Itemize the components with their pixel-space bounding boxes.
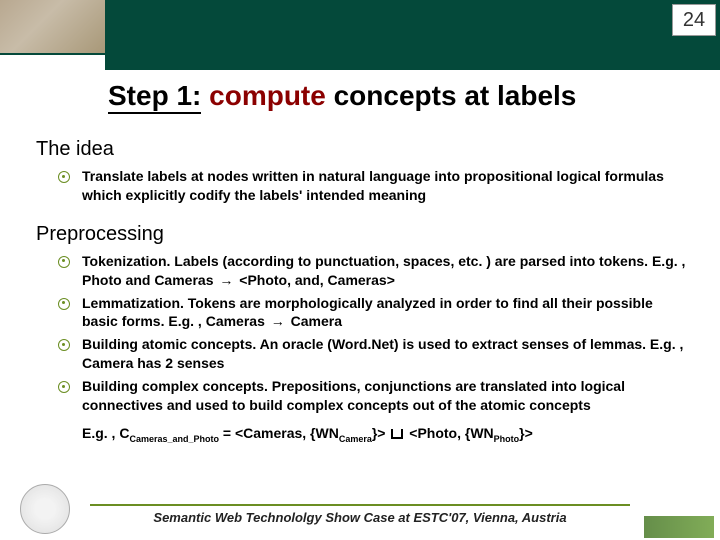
example-text: }> xyxy=(519,425,533,441)
subscript: Photo xyxy=(494,434,520,444)
slide-header: 24 xyxy=(0,0,720,80)
arrow-icon: → xyxy=(217,271,235,290)
list-item: Tokenization. Labels (according to punct… xyxy=(76,252,690,290)
title-step: Step 1: xyxy=(108,80,201,114)
list-item: Building atomic concepts. An oracle (Wor… xyxy=(76,335,690,373)
title-rest-text: concepts at labels xyxy=(334,80,577,111)
sqcap-icon xyxy=(391,429,403,439)
footer-logo-left xyxy=(20,484,70,534)
example-text: = <Cameras, {WN xyxy=(219,425,339,441)
arrow-icon: → xyxy=(269,312,287,331)
bullet-text: <Photo, and, Cameras> xyxy=(235,272,395,288)
list-item: Translate labels at nodes written in nat… xyxy=(76,167,690,205)
subscript: Camera xyxy=(339,434,372,444)
example-text: E.g. , C xyxy=(82,425,129,441)
slide-footer: Semantic Web Technololgy Show Case at ES… xyxy=(0,496,720,540)
footer-divider xyxy=(90,504,630,506)
slide-content: The idea Translate labels at nodes writt… xyxy=(36,128,690,446)
footer-logo-right xyxy=(644,516,714,538)
section-preprocessing-heading: Preprocessing xyxy=(36,223,690,246)
page-number: 24 xyxy=(672,4,716,36)
footer-text: Semantic Web Technololgy Show Case at ES… xyxy=(0,510,720,525)
bullet-text: Camera xyxy=(287,313,342,329)
slide-title: Step 1: compute concepts at labels xyxy=(108,80,576,112)
example-text: }> xyxy=(372,425,390,441)
list-item: Lemmatization. Tokens are morphologicall… xyxy=(76,294,690,332)
preprocessing-bullets: Tokenization. Labels (according to punct… xyxy=(36,252,690,415)
example-text: <Photo, {WN xyxy=(405,425,493,441)
section-idea-heading: The idea xyxy=(36,138,690,161)
header-banner: 24 xyxy=(105,0,720,70)
list-item: Building complex concepts. Prepositions,… xyxy=(76,377,690,415)
title-accent: compute xyxy=(209,80,326,111)
idea-bullets: Translate labels at nodes written in nat… xyxy=(36,167,690,205)
bullet-text: Lemmatization. Tokens are morphologicall… xyxy=(82,295,653,330)
header-thumbnail xyxy=(0,0,105,55)
example-formula: E.g. , CCameras_and_Photo = <Cameras, {W… xyxy=(36,423,690,446)
subscript: Cameras_and_Photo xyxy=(129,434,219,444)
